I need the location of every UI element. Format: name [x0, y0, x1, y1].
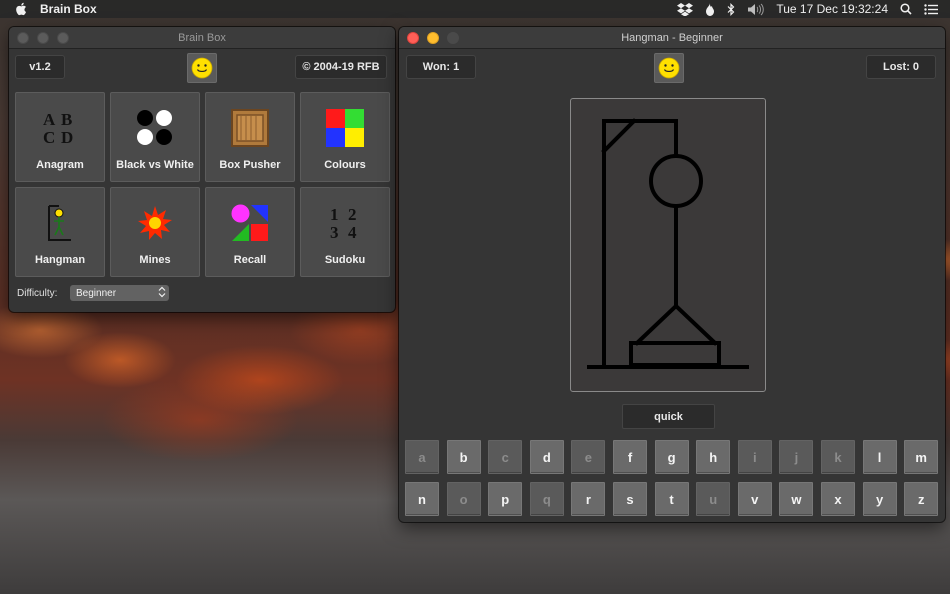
svg-text:2: 2: [348, 205, 357, 224]
smiley-icon: [191, 57, 213, 79]
recall-icon: [230, 203, 270, 243]
key-l[interactable]: l: [862, 440, 897, 474]
minimize-button[interactable]: [427, 32, 439, 44]
key-z[interactable]: z: [904, 482, 939, 516]
smiley-button[interactable]: [187, 53, 217, 83]
game-label: Box Pusher: [219, 159, 281, 171]
smiley-button[interactable]: [654, 53, 684, 83]
hangman-icon: [40, 203, 80, 243]
key-v[interactable]: v: [737, 482, 772, 516]
game-sudoku[interactable]: 1 2 3 4 Sudoku: [300, 187, 390, 277]
game-box-pusher[interactable]: Box Pusher: [205, 92, 295, 182]
hangman-titlebar[interactable]: Hangman - Beginner: [399, 27, 945, 49]
key-x[interactable]: x: [821, 482, 855, 516]
key-q[interactable]: q: [529, 482, 564, 516]
game-label: Sudoku: [324, 254, 366, 266]
key-s[interactable]: s: [613, 482, 647, 516]
flame-icon[interactable]: [705, 2, 715, 16]
menu-clock[interactable]: Tue 17 Dec 19:32:24: [776, 2, 888, 16]
search-icon[interactable]: [900, 3, 912, 15]
key-b[interactable]: b: [446, 440, 481, 474]
svg-text:3: 3: [330, 223, 339, 241]
key-p[interactable]: p: [488, 482, 523, 516]
game-black-vs-white[interactable]: Black vs White: [110, 92, 200, 182]
box-icon: [230, 108, 270, 148]
anagram-icon: A B C D: [40, 108, 80, 148]
select-arrows-icon: [158, 286, 166, 301]
game-label: Recall: [233, 254, 267, 266]
game-mines[interactable]: Mines: [110, 187, 200, 277]
close-button[interactable]: [17, 32, 29, 44]
apple-logo-icon[interactable]: [14, 2, 28, 16]
volume-icon[interactable]: [747, 3, 765, 16]
minimize-button[interactable]: [37, 32, 49, 44]
key-m[interactable]: m: [904, 440, 939, 474]
zoom-button[interactable]: [57, 32, 69, 44]
game-hangman[interactable]: Hangman: [15, 187, 105, 277]
game-colours[interactable]: Colours: [300, 92, 390, 182]
game-anagram[interactable]: A B C D Anagram: [15, 92, 105, 182]
mine-icon: [135, 203, 175, 243]
black-white-icon: [135, 108, 175, 148]
key-u[interactable]: u: [696, 482, 731, 516]
key-k[interactable]: k: [821, 440, 855, 474]
svg-text:1: 1: [330, 205, 339, 224]
brainbox-titlebar[interactable]: Brain Box: [9, 27, 395, 49]
svg-text:A: A: [43, 110, 56, 129]
notification-center-icon[interactable]: [924, 3, 938, 15]
gallows-drawing: [587, 118, 749, 369]
close-button[interactable]: [407, 32, 419, 44]
copyright-label: © 2004-19 RFB: [295, 55, 387, 79]
key-c[interactable]: c: [488, 440, 523, 474]
game-label: Mines: [139, 254, 171, 266]
game-label: Black vs White: [116, 159, 194, 171]
gallows-panel: [570, 98, 766, 392]
smiley-icon: [658, 57, 680, 79]
game-recall[interactable]: Recall: [205, 187, 295, 277]
key-a[interactable]: a: [405, 440, 439, 474]
key-y[interactable]: y: [862, 482, 897, 516]
window-title: Hangman - Beginner: [621, 31, 723, 44]
key-w[interactable]: w: [779, 482, 814, 516]
game-label: Colours: [324, 159, 366, 171]
game-label: Anagram: [36, 159, 84, 171]
bluetooth-icon[interactable]: [727, 2, 735, 16]
svg-text:4: 4: [348, 223, 357, 241]
key-h[interactable]: h: [696, 440, 731, 474]
secret-word: quick: [622, 404, 715, 429]
key-e[interactable]: e: [571, 440, 606, 474]
key-d[interactable]: d: [529, 440, 564, 474]
svg-text:C: C: [43, 128, 55, 146]
key-f[interactable]: f: [613, 440, 647, 474]
key-o[interactable]: o: [446, 482, 481, 516]
key-t[interactable]: t: [654, 482, 689, 516]
difficulty-select[interactable]: Beginner: [70, 285, 169, 301]
colours-icon: [325, 108, 365, 148]
dropbox-icon[interactable]: [677, 2, 694, 16]
zoom-button[interactable]: [447, 32, 459, 44]
key-i[interactable]: i: [737, 440, 772, 474]
brainbox-window: Brain Box v1.2 © 2004-19 RFB A B C D Ana…: [9, 27, 395, 312]
menu-app-name[interactable]: Brain Box: [40, 2, 97, 16]
key-j[interactable]: j: [779, 440, 814, 474]
svg-text:D: D: [61, 128, 73, 146]
game-label: Hangman: [34, 254, 86, 266]
won-counter: Won: 1: [406, 55, 476, 79]
svg-text:B: B: [61, 110, 72, 129]
version-label: v1.2: [15, 55, 65, 79]
key-n[interactable]: n: [405, 482, 439, 516]
lost-counter: Lost: 0: [866, 55, 936, 79]
key-r[interactable]: r: [571, 482, 606, 516]
window-title: Brain Box: [178, 31, 226, 44]
key-g[interactable]: g: [654, 440, 689, 474]
difficulty-value: Beginner: [76, 287, 117, 299]
menu-bar: Brain Box Tue 17 Dec 19:32:24: [0, 0, 950, 18]
difficulty-label: Difficulty:: [17, 288, 58, 299]
hangman-window: Hangman - Beginner Won: 1 Lost: 0 quick …: [399, 27, 945, 522]
sudoku-icon: 1 2 3 4: [325, 203, 365, 243]
